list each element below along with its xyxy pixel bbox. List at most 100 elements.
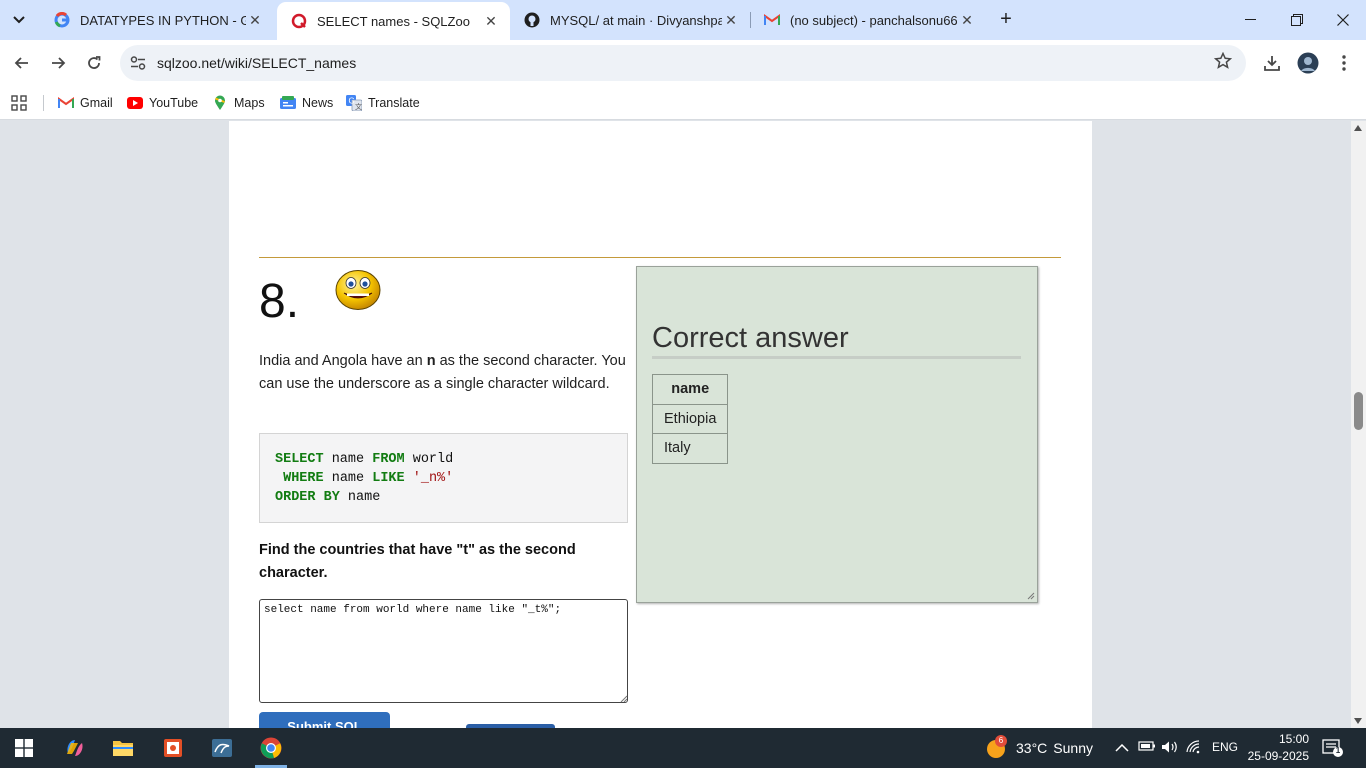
site-info-icon[interactable] — [128, 53, 148, 73]
sql-keyword: WHERE — [283, 471, 324, 486]
back-button[interactable] — [8, 49, 36, 77]
bookmark-label: Maps — [234, 96, 265, 110]
page-content: 8. India and Angola have an n as the sec… — [229, 121, 1092, 728]
tab-strip: DATATYPES IN PYTHON - Goog ✕ SELECT name… — [0, 0, 1366, 40]
apps-grid-icon[interactable] — [11, 93, 27, 113]
table-row: Italy — [651, 433, 729, 464]
question-task: Find the countries that have "t" as the … — [259, 542, 576, 581]
system-clock[interactable]: 15:00 25-09-2025 — [1245, 731, 1309, 765]
google-icon — [54, 12, 70, 28]
notification-icon[interactable]: 1 — [1322, 738, 1344, 758]
tab-select-names[interactable]: SELECT names - SQLZoo ✕ — [277, 2, 510, 40]
sql-text: name — [323, 471, 373, 486]
sql-keyword: LIKE — [372, 471, 405, 486]
answer-table: name Ethiopia Italy — [651, 374, 729, 464]
correct-answer-panel: Correct answer name Ethiopia Italy — [636, 266, 1038, 603]
weather-badge: 6 — [995, 735, 1007, 747]
bookmark-label: YouTube — [149, 96, 199, 110]
wifi-icon[interactable] — [1186, 740, 1204, 756]
sql-string: '_n%' — [412, 471, 454, 486]
bookmark-maps[interactable]: Maps — [212, 93, 265, 113]
bookmarks-bar: Gmail YouTube Maps News G文 Translate — [0, 86, 1366, 120]
profile-avatar[interactable] — [1294, 49, 1322, 77]
chrome-taskbar-icon[interactable] — [251, 728, 291, 768]
tab-close-icon[interactable]: ✕ — [722, 12, 740, 29]
tab-search-icon[interactable] — [6, 7, 32, 33]
url-text: sqlzoo.net/wiki/SELECT_names — [157, 55, 357, 71]
tab-title: MYSQL/ at main · Divyanshpanc — [550, 12, 722, 28]
sql-text: name — [323, 452, 373, 467]
sql-text: name — [339, 490, 381, 505]
page-viewport: 8. India and Angola have an n as the sec… — [0, 121, 1351, 728]
windows-taskbar: 6 33°C Sunny ENG 15:00 25-09-2025 1 — [0, 728, 1366, 768]
mysql-workbench-icon[interactable] — [202, 728, 242, 768]
file-explorer-icon[interactable] — [103, 728, 143, 768]
language-indicator[interactable]: ENG — [1212, 740, 1238, 754]
bookmark-translate[interactable]: G文 Translate — [346, 93, 420, 113]
minimize-button[interactable] — [1228, 0, 1274, 40]
menu-kebab-icon[interactable] — [1330, 49, 1358, 77]
question-number: 8. — [259, 275, 300, 328]
translate-icon: G文 — [346, 95, 362, 111]
tab-title: SELECT names - SQLZoo — [317, 13, 470, 29]
resize-grip-icon[interactable] — [618, 693, 628, 703]
browser-toolbar: sqlzoo.net/wiki/SELECT_names — [0, 40, 1366, 86]
download-icon[interactable] — [1258, 49, 1286, 77]
tab-close-icon[interactable]: ✕ — [958, 12, 976, 29]
clock-time: 15:00 — [1278, 732, 1309, 746]
tab-close-icon[interactable]: ✕ — [246, 12, 264, 29]
tab-close-icon[interactable]: ✕ — [482, 13, 500, 30]
volume-icon[interactable] — [1161, 740, 1179, 756]
sqlzoo-icon — [291, 13, 307, 29]
address-bar[interactable]: sqlzoo.net/wiki/SELECT_names — [120, 45, 1246, 81]
column-header: name — [651, 374, 729, 405]
scroll-thumb[interactable] — [1354, 392, 1363, 430]
reload-button[interactable] — [80, 49, 108, 77]
submit-sql-button[interactable]: Submit SQL — [259, 712, 390, 728]
scroll-up-icon[interactable] — [1354, 125, 1362, 131]
question-description: India and Angola have an n as the second… — [259, 350, 629, 396]
new-tab-button[interactable]: + — [995, 9, 1017, 31]
maps-icon — [212, 95, 228, 111]
sql-keyword: FROM — [372, 452, 405, 467]
example-sql-code: SELECT name FROM world WHERE name LIKE '… — [259, 433, 628, 523]
tab-title: DATATYPES IN PYTHON - Goog — [80, 12, 246, 28]
sql-answer-input[interactable]: select name from world where name like "… — [259, 599, 628, 703]
bookmark-news[interactable]: News — [280, 93, 333, 113]
news-icon — [280, 95, 296, 111]
table-header-row: name — [651, 374, 729, 405]
smiley-face-icon — [335, 270, 381, 310]
weather-temp: 33°C — [1016, 740, 1048, 756]
table-cell: Ethiopia — [651, 403, 729, 434]
weather-widget[interactable]: 6 33°C Sunny — [984, 728, 1093, 768]
bookmark-star-icon[interactable] — [1213, 51, 1233, 75]
scroll-down-icon[interactable] — [1354, 718, 1362, 724]
sql-text: world — [404, 452, 454, 467]
svg-text:文: 文 — [355, 102, 362, 111]
app-icon[interactable] — [153, 728, 193, 768]
battery-icon[interactable] — [1138, 740, 1156, 756]
tab-datatypes-python[interactable]: DATATYPES IN PYTHON - Goog ✕ — [40, 0, 274, 40]
table-cell: Italy — [651, 433, 729, 464]
bookmark-youtube[interactable]: YouTube — [127, 93, 198, 113]
sql-keyword: ORDER BY — [275, 490, 340, 505]
windows-start-icon[interactable] — [4, 728, 44, 768]
forward-button[interactable] — [44, 49, 72, 77]
bookmark-separator — [43, 95, 44, 111]
tab-gmail[interactable]: (no subject) - panchalsonu662( ✕ — [750, 0, 986, 40]
tab-title: (no subject) - panchalsonu662( — [790, 12, 958, 28]
bookmark-gmail[interactable]: Gmail — [58, 93, 113, 113]
sql-keyword: SELECT — [275, 452, 324, 467]
notification-count: 1 — [1335, 746, 1341, 755]
close-window-button[interactable] — [1320, 0, 1366, 40]
chevron-up-icon[interactable] — [1113, 740, 1131, 756]
tab-github-mysql[interactable]: MYSQL/ at main · Divyanshpanc ✕ — [510, 0, 750, 40]
bookmark-label: News — [302, 96, 334, 110]
bookmark-label: Gmail — [80, 96, 113, 110]
resize-grip-icon[interactable] — [1025, 590, 1035, 600]
youtube-icon — [127, 95, 143, 111]
svg-text:G: G — [349, 97, 355, 106]
copilot-icon[interactable] — [55, 728, 95, 768]
restore-window-button[interactable] — [1274, 0, 1320, 40]
page-scrollbar[interactable] — [1351, 121, 1366, 728]
